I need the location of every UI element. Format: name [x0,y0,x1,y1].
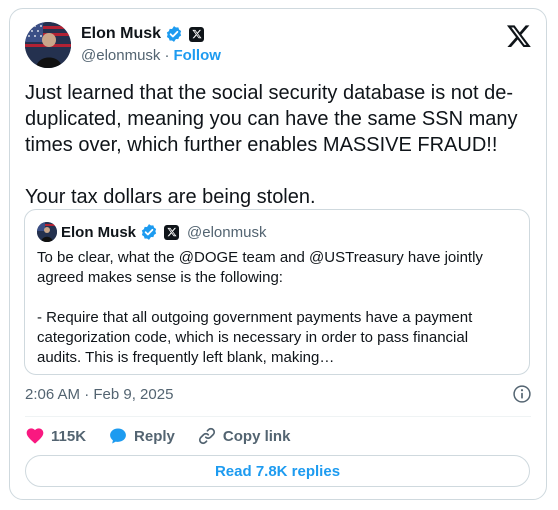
link-icon [198,427,215,445]
copy-link-button[interactable]: Copy link [197,426,291,446]
tweet-timestamp[interactable]: 2:06 AM · Feb 9, 2025 [25,386,173,403]
x-logo-icon[interactable] [506,23,532,49]
quoted-verified-badge-icon [141,224,157,240]
handle-separator: · [164,47,170,64]
author-handle[interactable]: @elonmusk [81,47,160,64]
verified-badge-icon [166,26,182,42]
quoted-author-name: Elon Musk [61,223,137,241]
reply-button[interactable]: Reply [108,426,175,446]
author-name-row: Elon Musk [81,23,205,45]
author-name[interactable]: Elon Musk [81,25,161,43]
quoted-author-avatar [37,222,57,242]
follow-button[interactable]: Follow [173,47,221,64]
like-count: 115K [51,427,87,445]
author-avatar[interactable] [25,22,71,68]
copy-link-label: Copy link [222,427,291,445]
x-affiliation-icon [189,26,205,42]
tweet-text: Just learned that the social security da… [25,82,518,208]
reply-icon [110,428,126,444]
quoted-author-handle: @elonmusk [187,223,267,241]
reply-label: Reply [134,427,175,445]
heart-icon [26,428,44,444]
action-bar: 115K Reply Copy link [25,424,312,448]
read-replies-button[interactable]: Read 7.8K replies [25,455,530,487]
quoted-x-affiliation-icon [164,224,180,240]
quoted-tweet-header: Elon Musk @elonmusk [37,222,266,242]
tweet-card: Elon Musk @elonmusk · Follow Just learne… [9,8,547,500]
like-button[interactable]: 115K [25,426,86,446]
quoted-tweet[interactable]: Elon Musk @elonmusk To be clear, what th… [24,209,530,375]
quoted-tweet-text: To be clear, what the @DOGE team and @US… [37,249,483,366]
author-handle-row: @elonmusk · Follow [81,47,221,64]
divider [25,416,531,417]
info-icon[interactable] [512,384,532,404]
